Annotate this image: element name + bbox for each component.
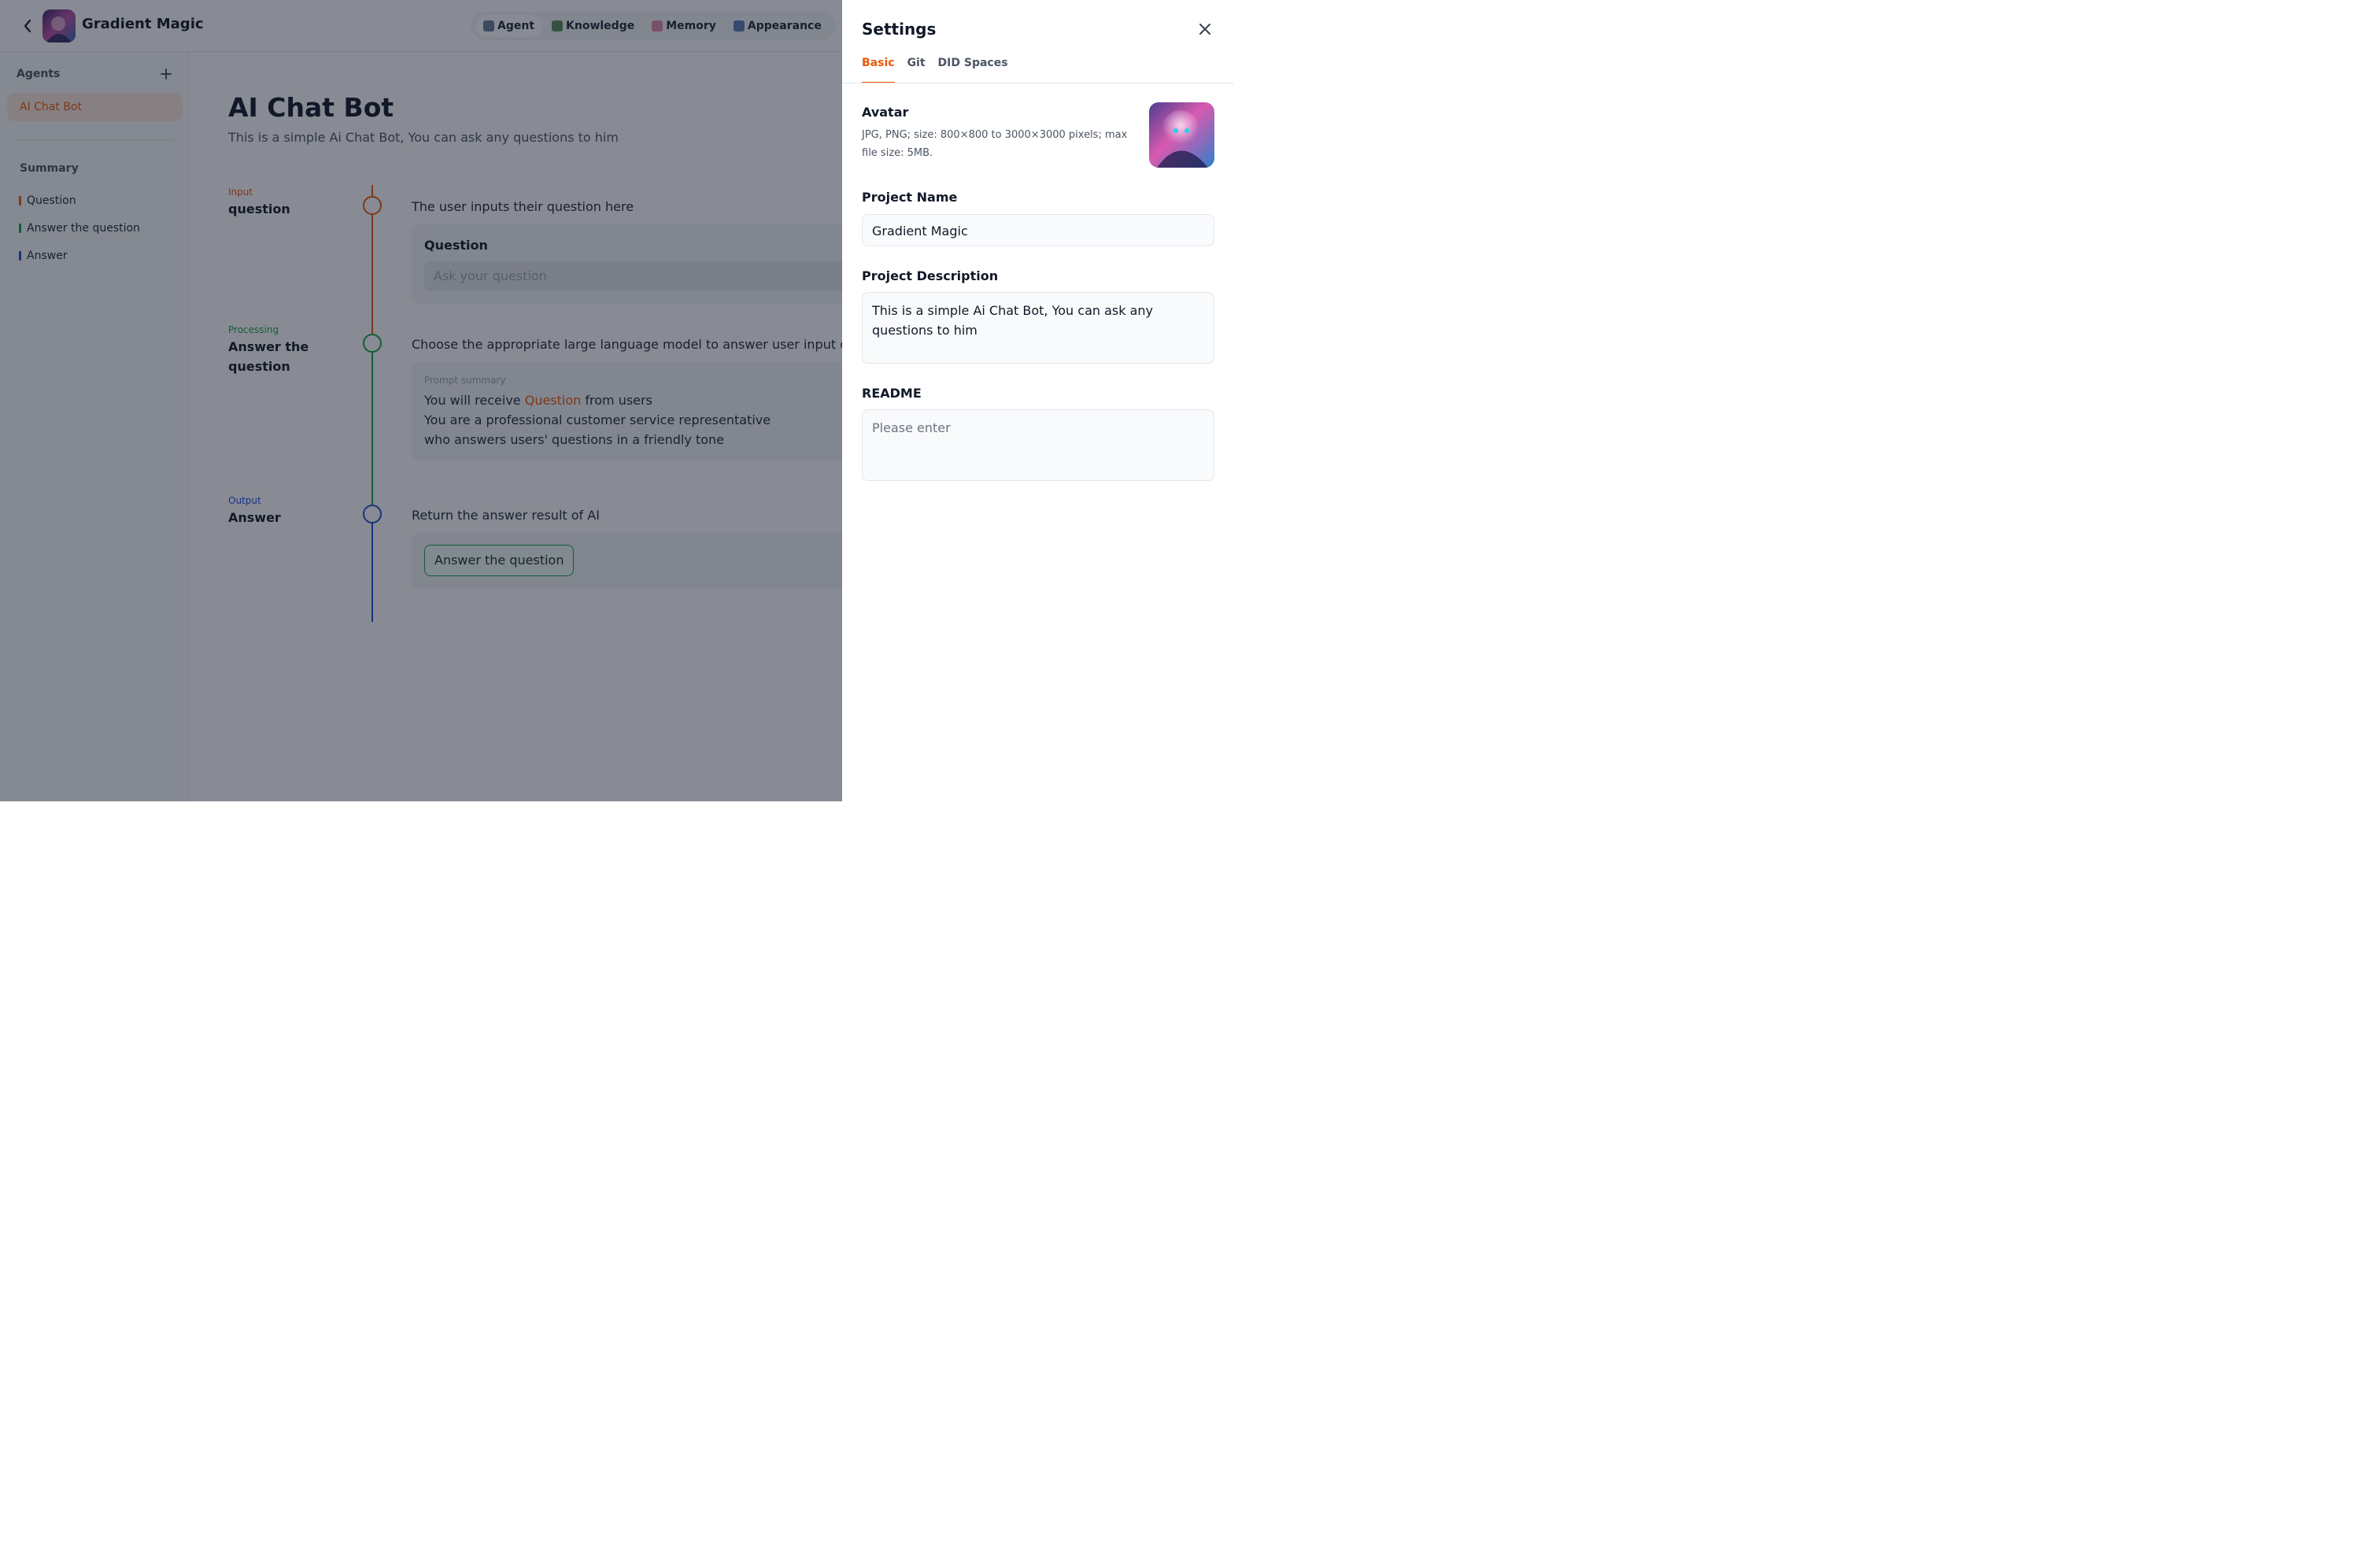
project-name-label: Project Name xyxy=(862,190,958,205)
settings-title: Settings xyxy=(862,20,937,39)
settings-tabs: Basic Git DID Spaces xyxy=(862,57,1021,83)
readme-label: README xyxy=(862,386,922,401)
project-description-input[interactable]: This is a simple Ai Chat Bot, You can as… xyxy=(862,292,1214,364)
settings-panel: Settings Basic Git DID Spaces Avatar JPG… xyxy=(842,0,1234,801)
project-description-label: Project Description xyxy=(862,268,999,283)
avatar-hint: JPG, PNG; size: 800×800 to 3000×3000 pix… xyxy=(862,129,1128,159)
tab-did-spaces[interactable]: DID Spaces xyxy=(938,57,1008,83)
modal-backdrop[interactable] xyxy=(0,0,842,801)
readme-input[interactable]: Please enter xyxy=(862,409,1214,481)
close-icon xyxy=(1199,24,1210,35)
avatar-label: Avatar xyxy=(862,105,909,120)
avatar-image xyxy=(1149,102,1214,168)
tab-basic[interactable]: Basic xyxy=(862,57,895,83)
close-button[interactable] xyxy=(1197,21,1213,37)
tab-git[interactable]: Git xyxy=(907,57,926,83)
project-name-input[interactable]: Gradient Magic xyxy=(862,214,1214,246)
avatar-upload[interactable] xyxy=(1149,102,1214,168)
